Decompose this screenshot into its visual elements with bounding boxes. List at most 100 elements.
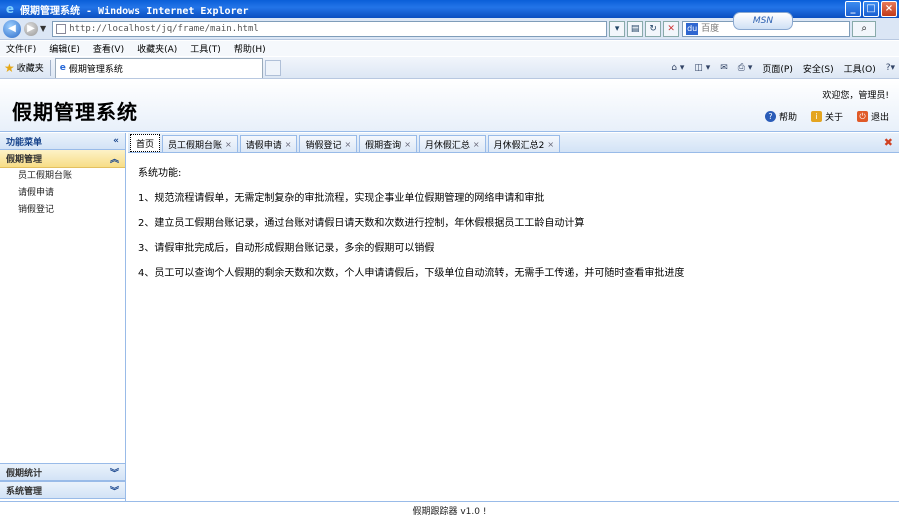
back-button[interactable]: ◀ xyxy=(3,19,21,38)
app-header: 假期管理系统 欢迎您，管理员! ? 帮助 i 关于 ⏻ 退出 xyxy=(0,80,899,132)
tab-monthly-summary-2[interactable]: 月休假汇总2 × xyxy=(487,135,561,152)
favorites-star-icon[interactable]: ★ xyxy=(4,61,15,75)
menu-bar: 文件(F) 编辑(E) 查看(V) 收藏夹(A) 工具(T) 帮助(H) xyxy=(0,41,899,56)
tab-strip: 首页 员工假期台账 × 请假申请 × 销假登记 × 假期查询 × 月休假汇总 ×… xyxy=(128,133,899,153)
forward-button[interactable]: ▶ xyxy=(24,21,38,36)
browser-tab-label: 假期管理系统 xyxy=(68,64,123,75)
feature-item: 4、员工可以查询个人假期的剩余天数和次数，个人申请请假后，下级单位自动流转，无需… xyxy=(138,268,685,279)
footer: 假期跟踪器 v1.0 ! xyxy=(0,501,899,523)
about-label: 关于 xyxy=(824,113,843,123)
search-button[interactable]: ⌕ xyxy=(852,20,877,37)
history-dropdown-icon[interactable]: ▼ xyxy=(40,24,46,33)
divider xyxy=(49,59,51,76)
refresh-button[interactable]: ↻ xyxy=(645,20,662,37)
welcome-text: 欢迎您，管理员! xyxy=(822,91,889,101)
help-link[interactable]: ? 帮助 xyxy=(764,110,797,123)
feature-item: 3、请假审批完成后，自动形成假期台账记录，多余的假期可以销假 xyxy=(138,243,435,254)
close-tab-icon[interactable]: × xyxy=(404,140,411,149)
feature-item: 2、建立员工假期台账记录，通过台账对请假日请天数和次数进行控制，年休假根据员工工… xyxy=(138,218,585,229)
tab-label: 假期查询 xyxy=(365,140,402,151)
close-all-tabs-icon[interactable]: ✖ xyxy=(884,136,893,149)
search-placeholder: 百度 xyxy=(701,23,720,34)
section-leave-statistics[interactable]: 假期统计 ︾ xyxy=(0,463,125,481)
menu-file[interactable]: 文件(F) xyxy=(6,42,36,55)
chevron-down-icon: ︾ xyxy=(109,486,119,497)
compatibility-view-icon[interactable]: ▤ xyxy=(627,20,644,37)
section-title: 系统管理 xyxy=(6,486,43,497)
stop-button[interactable]: ✕ xyxy=(663,20,680,37)
sidebar-title: 功能菜单 xyxy=(6,137,43,148)
url-dropdown-button[interactable]: ▾ xyxy=(609,20,626,37)
sidebar-item-leave-cancel[interactable]: 销假登记 xyxy=(0,202,125,219)
close-tab-icon[interactable]: × xyxy=(285,140,292,149)
menu-help[interactable]: 帮助(H) xyxy=(234,42,266,55)
window-title: 假期管理系统 - Windows Internet Explorer xyxy=(20,5,249,17)
favorites-button[interactable]: 收藏夹 xyxy=(17,61,44,74)
maximize-button[interactable]: □ xyxy=(863,1,879,17)
home-icon[interactable]: ⌂ ▾ xyxy=(671,63,684,73)
sidebar: 功能菜单 « 假期管理 ︽ 员工假期台账 请假申请 销假登记 假期统计 ︾ 系统… xyxy=(0,133,126,501)
logout-link[interactable]: ⏻ 退出 xyxy=(856,110,889,123)
tab-leave-cancel[interactable]: 销假登记 × xyxy=(299,135,358,152)
tab-leave-ledger[interactable]: 员工假期台账 × xyxy=(162,135,238,152)
tab-label: 员工假期台账 xyxy=(168,140,223,151)
tab-leave-query[interactable]: 假期查询 × xyxy=(359,135,417,152)
chevron-down-icon: ︾ xyxy=(109,468,119,479)
tab-label: 首页 xyxy=(136,139,155,150)
section-title: 假期统计 xyxy=(6,468,43,479)
new-tab-button[interactable] xyxy=(264,59,281,76)
ie-logo-icon: e xyxy=(5,2,15,16)
feeds-icon[interactable]: ◫ ▾ xyxy=(694,63,710,73)
tab-label: 销假登记 xyxy=(305,140,342,151)
tab-label: 月休假汇总2 xyxy=(493,140,545,151)
close-tab-icon[interactable]: × xyxy=(473,140,480,149)
print-icon[interactable]: ⎙ ▾ xyxy=(738,63,753,73)
sidebar-item-leave-request[interactable]: 请假申请 xyxy=(0,185,125,202)
menu-tools[interactable]: 工具(T) xyxy=(190,42,221,55)
close-window-button[interactable]: × xyxy=(881,1,897,17)
browser-tab[interactable]: e 假期管理系统 xyxy=(54,57,263,78)
app-title: 假期管理系统 xyxy=(12,100,138,124)
sidebar-header: 功能菜单 « xyxy=(0,133,125,150)
menu-view[interactable]: 查看(V) xyxy=(93,42,124,55)
command-bar: ⌂ ▾ ◫ ▾ ✉ ⎙ ▾ 页面(P) 安全(S) 工具(O) ?▾ xyxy=(661,57,895,79)
url-input[interactable]: http://localhost/jq/frame/main.html xyxy=(52,20,608,37)
msn-tab[interactable]: MSN xyxy=(733,12,793,30)
page-icon xyxy=(56,23,67,34)
help-icon: ? xyxy=(764,111,776,122)
favorites-bar: ★ 收藏夹 e 假期管理系统 ⌂ ▾ ◫ ▾ ✉ ⎙ ▾ 页面(P) 安全(S)… xyxy=(0,57,899,79)
section-system-management[interactable]: 系统管理 ︾ xyxy=(0,481,125,499)
tools-menu[interactable]: 工具(O) xyxy=(844,62,876,75)
logout-icon: ⏻ xyxy=(856,111,868,122)
tab-monthly-summary[interactable]: 月休假汇总 × xyxy=(418,135,486,152)
logout-label: 退出 xyxy=(870,113,889,123)
mail-icon[interactable]: ✉ xyxy=(720,63,728,73)
menu-favorites[interactable]: 收藏夹(A) xyxy=(137,42,177,55)
feature-item: 1、规范流程请假单，无需定制复杂的审批流程，实现企事业单位假期管理的网络申请和审… xyxy=(138,193,545,204)
help-label: 帮助 xyxy=(778,113,797,123)
help-menu-icon[interactable]: ?▾ xyxy=(886,63,895,73)
close-tab-icon[interactable]: × xyxy=(344,140,351,149)
tab-leave-request[interactable]: 请假申请 × xyxy=(239,135,298,152)
tab-label: 月休假汇总 xyxy=(424,140,470,151)
section-leave-management[interactable]: 假期管理 ︽ xyxy=(0,150,125,168)
about-link[interactable]: i 关于 xyxy=(810,110,843,123)
section-title: 假期管理 xyxy=(6,155,43,165)
url-text: http://localhost/jq/frame/main.html xyxy=(69,23,259,34)
safety-menu[interactable]: 安全(S) xyxy=(803,62,834,75)
tab-home[interactable]: 首页 xyxy=(130,134,161,152)
tab-label: 请假申请 xyxy=(245,140,282,151)
content-heading: 系统功能: xyxy=(138,168,182,179)
page-menu[interactable]: 页面(P) xyxy=(762,62,792,75)
chevron-up-icon: ︽ xyxy=(109,155,119,165)
menu-edit[interactable]: 编辑(E) xyxy=(49,42,80,55)
main-content: 系统功能: 1、规范流程请假单，无需定制复杂的审批流程，实现企事业单位假期管理的… xyxy=(128,154,899,501)
minimize-button[interactable]: _ xyxy=(845,1,861,17)
close-tab-icon[interactable]: × xyxy=(547,140,554,149)
collapse-sidebar-icon[interactable]: « xyxy=(113,136,119,146)
about-icon: i xyxy=(810,111,822,122)
baidu-icon: du xyxy=(686,22,699,35)
sidebar-item-leave-ledger[interactable]: 员工假期台账 xyxy=(0,168,125,185)
close-tab-icon[interactable]: × xyxy=(225,140,232,149)
ie-tab-icon: e xyxy=(59,63,66,73)
